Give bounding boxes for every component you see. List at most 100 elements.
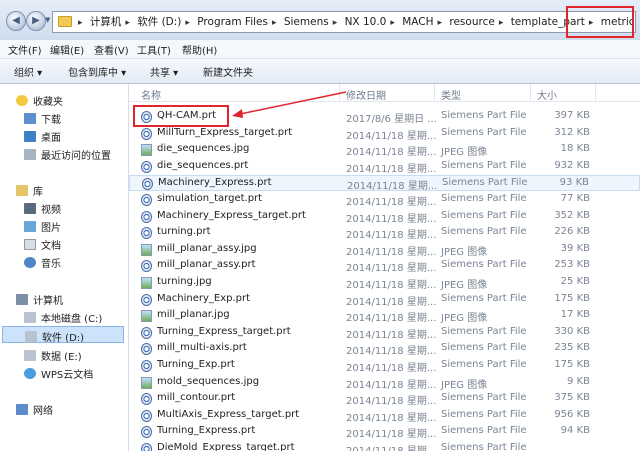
chevron-right-icon[interactable]: ▸ [499,18,504,28]
back-button[interactable]: ◀ [6,11,26,31]
chevron-right-icon[interactable]: ▸ [185,18,190,28]
chevron-right-icon[interactable]: ▸ [438,18,443,28]
file-row[interactable]: MillTurn_Express_target.prt 2014/11/18 星期… [129,126,640,142]
file-date: 2014/11/18 星期... [346,213,437,225]
file-row[interactable]: mill_contour.prt 2014/11/18 星期... Siemens … [129,391,640,407]
file-row[interactable]: Turning_Express.prt 2014/11/18 星期... Sieme… [129,424,640,440]
address-input[interactable]: ▸ 计算机 ▸ 软件 (D:) ▸ Program Files ▸ Siemens ▸ … [52,11,636,33]
chevron-right-icon[interactable]: ▸ [125,18,130,28]
column-divider[interactable] [595,84,596,101]
file-row[interactable]: Machinery_Exp.prt 2014/11/18 星期... Siemens… [129,292,640,308]
sidebar-item-wps[interactable]: WPS云文档 [24,366,93,381]
file-row[interactable]: mill_planar.jpg 2014/11/18 星期... JPEG 图像 17… [129,308,640,324]
file-date: 2014/11/18 星期... [346,147,437,159]
history-dropdown-icon[interactable]: ▼ [45,16,50,24]
file-type: JPEG 图像 [441,147,488,159]
breadcrumb-nx[interactable]: NX 10.0 [345,16,387,28]
file-row[interactable]: mill_multi-axis.prt 2014/11/18 星期... Sieme… [129,341,640,357]
column-divider[interactable] [434,84,435,101]
file-type: Siemens Part File [441,442,527,451]
sidebar-item-videos[interactable]: 视频 [24,201,61,216]
sidebar-item-libraries[interactable]: 库 [16,183,43,198]
network-icon [16,404,28,415]
column-divider[interactable] [530,84,531,101]
sidebar-item-pictures[interactable]: 图片 [24,219,61,234]
file-type: JPEG 图像 [441,313,488,325]
menu-file[interactable]: 文件(F) [8,42,42,57]
document-icon [24,239,36,250]
file-size: 330 KB [554,325,590,337]
file-name: die_sequences.jpg [157,143,250,155]
file-row[interactable]: simulation_target.prt 2014/11/18 星期... Sie… [129,192,640,208]
menu-bar: 文件(F) 编辑(E) 查看(V) 工具(T) 帮助(H) [0,40,640,59]
organize-button[interactable]: 组织 ▾ [14,64,42,79]
column-name[interactable]: 名称 [141,87,161,102]
breadcrumb-mach[interactable]: MACH [402,16,433,28]
file-date: 2014/11/18 星期... [346,379,437,391]
file-row[interactable]: turning.prt 2014/11/18 星期... Siemens Part … [129,225,640,241]
breadcrumb[interactable]: ▸ 计算机 ▸ 软件 (D:) ▸ Program Files ▸ Siemens ▸ … [77,12,635,32]
forward-button[interactable]: ▶ [26,11,46,31]
file-row[interactable]: Turning_Exp.prt 2014/11/18 星期... Siemens P… [129,358,640,374]
file-row[interactable]: mold_sequences.jpg 2014/11/18 星期... JPEG 图… [129,375,640,391]
sidebar-item-drive-e[interactable]: 数据 (E:) [24,348,82,363]
menu-help[interactable]: 帮助(H) [182,42,217,57]
chevron-right-icon[interactable]: ▸ [390,18,395,28]
file-name: turning.jpg [157,276,212,287]
sidebar-item-documents[interactable]: 文档 [24,237,61,252]
menu-edit[interactable]: 编辑(E) [50,42,84,57]
menu-view[interactable]: 查看(V) [94,42,129,57]
file-name: Machinery_Express.prt [158,177,272,189]
menu-tools[interactable]: 工具(T) [137,42,171,57]
file-name: Machinery_Exp.prt [157,292,251,304]
breadcrumb-program-files[interactable]: Program Files [197,16,268,28]
column-divider[interactable] [339,84,340,101]
sidebar-item-music[interactable]: 音乐 [24,255,61,270]
nx-part-file-icon [141,426,152,439]
file-row[interactable]: die_sequences.prt 2014/11/18 星期... Siemens… [129,159,640,175]
chevron-right-icon[interactable]: ▸ [272,18,277,28]
file-row[interactable]: MultiAxis_Express_target.prt 2014/11/18 星… [129,408,640,424]
sidebar-item-desktop[interactable]: 桌面 [24,129,61,144]
column-date[interactable]: 修改日期 [346,87,386,102]
column-type[interactable]: 类型 [441,87,461,102]
include-in-library-button[interactable]: 包含到库中 ▾ [68,64,126,79]
file-row[interactable]: Turning_Express_target.prt 2014/11/18 星期.… [129,325,640,341]
file-row[interactable]: mill_planar_assy.prt 2014/11/18 星期... Siem… [129,258,640,274]
sidebar-item-recent[interactable]: 最近访问的位置 [24,147,111,162]
breadcrumb-drive-d[interactable]: 软件 (D:) [137,16,181,28]
file-row[interactable]: turning.jpg 2014/11/18 星期... JPEG 图像 25 KB [129,275,640,291]
jpeg-file-icon [141,243,152,256]
file-type: Siemens Part File [441,259,527,271]
file-date: 2014/11/18 星期... [346,197,437,208]
file-size: 175 KB [554,292,590,304]
chevron-right-icon[interactable]: ▸ [333,18,338,28]
metric-highlight-box [566,6,634,38]
column-size[interactable]: 大小 [537,87,557,102]
sidebar-item-downloads[interactable]: 下载 [24,111,61,126]
file-row[interactable]: DieMold_Express_target.prt 2014/11/18 星期.… [129,441,640,451]
file-size: 18 KB [560,143,590,155]
sidebar-item-favorites[interactable]: 收藏夹 [16,93,63,108]
breadcrumb-computer[interactable]: 计算机 [90,16,122,28]
breadcrumb-resource[interactable]: resource [449,16,494,28]
file-type: Siemens Part File [441,110,527,121]
nx-part-file-icon [141,360,152,372]
music-icon [24,257,36,268]
file-row[interactable]: Machinery_Express.prt 2014/11/18 星期... Sie… [129,175,640,192]
file-row[interactable]: Machinery_Express_target.prt 2014/11/18 星… [129,209,640,225]
picture-icon [24,221,36,232]
file-row[interactable]: die_sequences.jpg 2014/11/18 星期... JPEG 图像… [129,142,640,158]
sidebar-item-computer[interactable]: 计算机 [16,292,63,307]
sidebar-item-drive-c[interactable]: 本地磁盘 (C:) [24,310,102,325]
file-date: 2017/8/6 星期日 ... [346,114,437,125]
file-row[interactable]: mill_planar_assy.jpg 2014/11/18 星期... JPEG… [129,242,640,258]
breadcrumb-siemens[interactable]: Siemens [284,16,329,28]
file-name: Turning_Express.prt [157,425,256,437]
file-date: 2014/11/18 星期... [346,296,437,308]
new-folder-button[interactable]: 新建文件夹 [203,64,253,79]
sidebar-item-drive-d[interactable]: 软件 (D:) [2,326,124,344]
sidebar-item-network[interactable]: 网络 [16,402,53,417]
share-button[interactable]: 共享 ▾ [150,64,178,79]
file-name: Machinery_Express_target.prt [157,209,306,221]
